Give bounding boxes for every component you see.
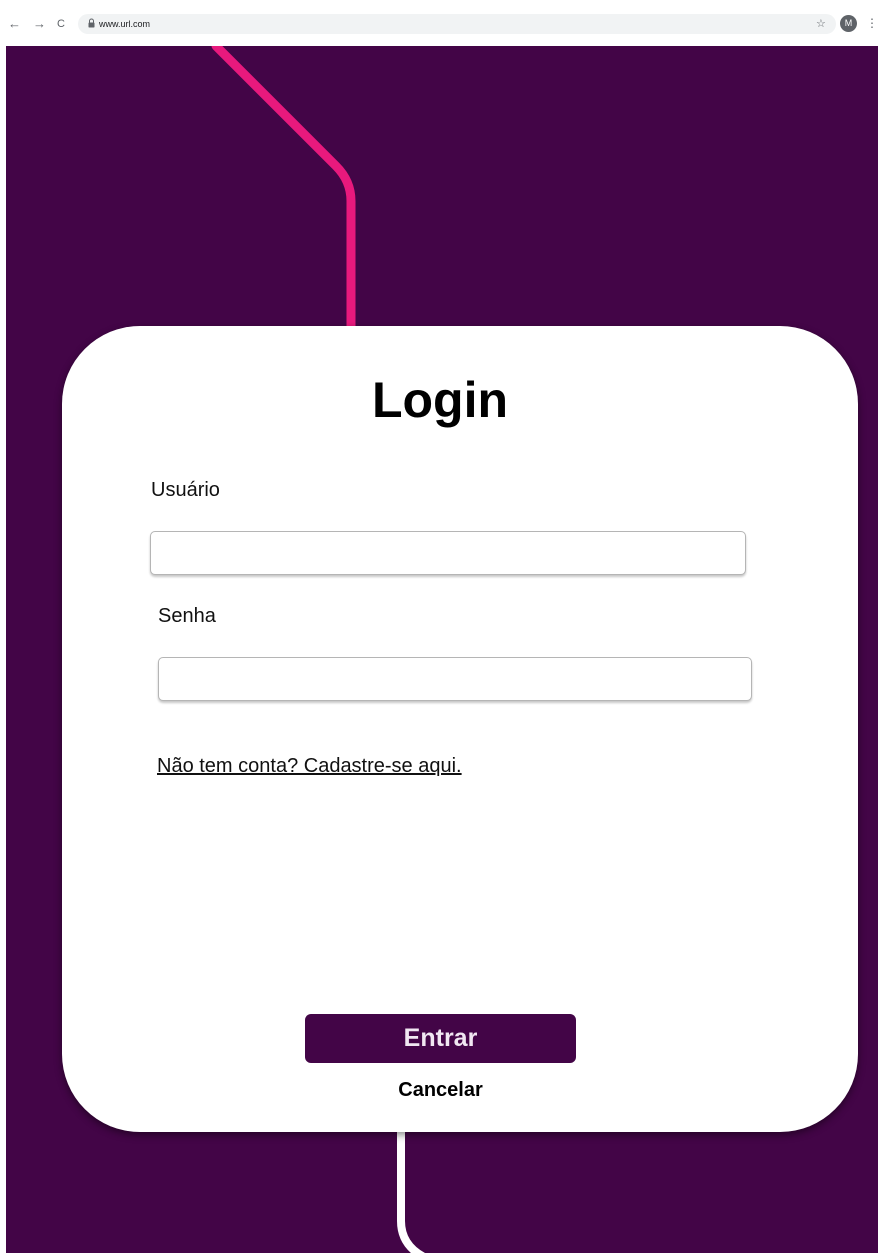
password-label: Senha bbox=[158, 605, 216, 627]
browser-menu-icon[interactable]: ⋮ bbox=[866, 14, 878, 32]
url-text: www.url.com bbox=[99, 19, 151, 29]
browser-toolbar: ← → C www.url.com ☆ M ⋮ bbox=[0, 0, 878, 46]
cancel-button[interactable]: Cancelar bbox=[305, 1078, 576, 1102]
lock-icon bbox=[88, 18, 95, 28]
login-card: Login Usuário Senha Não tem conta? Cadas… bbox=[62, 326, 858, 1132]
page-background: Login Usuário Senha Não tem conta? Cadas… bbox=[6, 46, 878, 1253]
profile-avatar[interactable]: M bbox=[840, 15, 857, 32]
forward-arrow-icon[interactable]: → bbox=[33, 17, 46, 31]
reload-icon[interactable]: C bbox=[57, 17, 65, 31]
enter-button[interactable]: Entrar bbox=[305, 1014, 576, 1063]
address-bar[interactable]: www.url.com ☆ bbox=[78, 14, 836, 34]
password-input[interactable] bbox=[158, 657, 752, 701]
white-accent-line bbox=[397, 1117, 426, 1253]
page-title: Login bbox=[371, 372, 509, 428]
bookmark-star-icon[interactable]: ☆ bbox=[816, 16, 826, 32]
username-input[interactable] bbox=[150, 531, 746, 575]
back-arrow-icon[interactable]: ← bbox=[8, 17, 21, 31]
pink-accent-line bbox=[211, 46, 356, 341]
signup-link[interactable]: Não tem conta? Cadastre-se aqui. bbox=[157, 754, 462, 778]
username-label: Usuário bbox=[151, 479, 220, 501]
